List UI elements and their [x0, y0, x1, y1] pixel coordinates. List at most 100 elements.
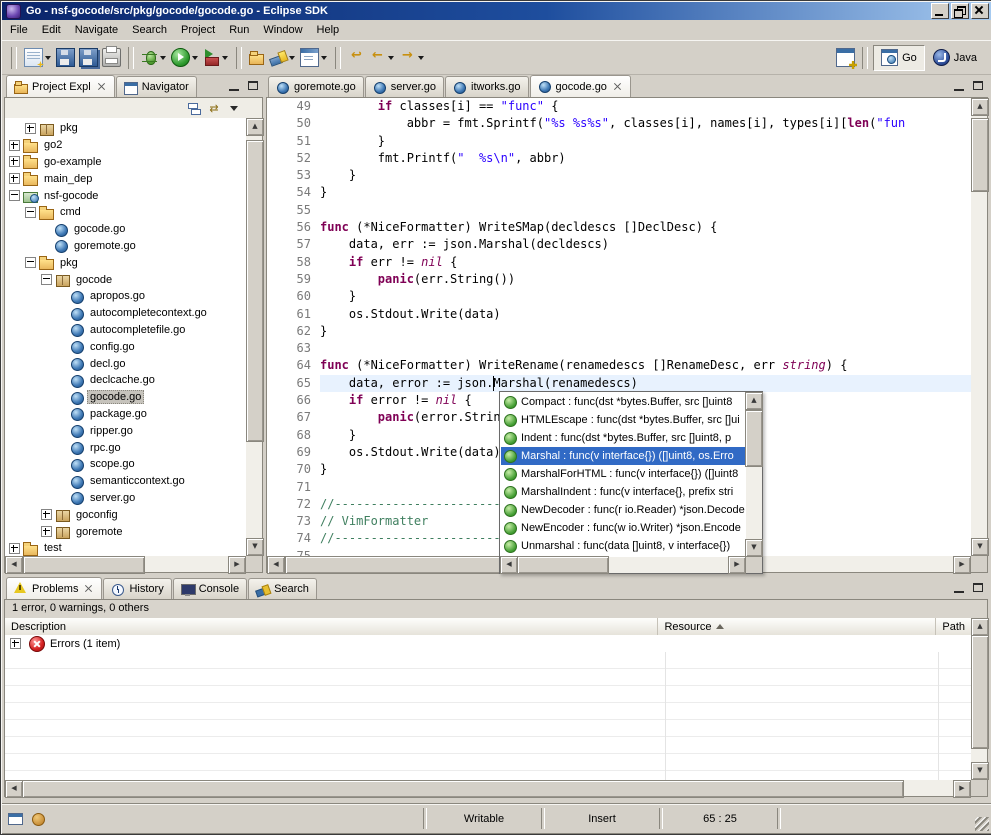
tree-item-cmd[interactable]: cmd: [5, 204, 246, 221]
scroll-left-button[interactable]: [5, 556, 23, 574]
titlebar[interactable]: Go - nsf-gocode/src/pkg/gocode/gocode.go…: [2, 2, 991, 20]
tree-item-go-example[interactable]: go-example: [5, 154, 246, 171]
scroll-down-button[interactable]: [971, 762, 989, 780]
problems-vertical-scrollbar[interactable]: [971, 618, 987, 780]
scroll-left-button[interactable]: [500, 556, 518, 574]
code-line[interactable]: panic(err.String()): [320, 271, 971, 288]
code-line[interactable]: func (*NiceFormatter) WriteSMap(decldesc…: [320, 219, 971, 236]
tree-item-pkg[interactable]: pkg: [5, 120, 246, 137]
new-wizard-button[interactable]: [22, 42, 54, 74]
minimize-view-button[interactable]: [225, 78, 244, 94]
editor-tab-goremote-go[interactable]: goremote.go: [268, 76, 364, 97]
scroll-up-button[interactable]: [971, 618, 989, 636]
expand-icon[interactable]: [9, 543, 20, 554]
tree-item-rpc-go[interactable]: rpc.go: [5, 439, 246, 456]
dropdown-arrow-icon[interactable]: [386, 49, 395, 66]
menu-file[interactable]: File: [3, 21, 35, 39]
dropdown-arrow-icon[interactable]: [220, 49, 229, 66]
code-line[interactable]: }: [320, 167, 971, 184]
perspective-java[interactable]: Java: [925, 45, 985, 71]
code-line[interactable]: if classes[i] == "func" {: [320, 98, 971, 115]
completion-compact[interactable]: Compact : func(dst *bytes.Buffer, src []…: [501, 393, 745, 411]
tree-item-gocode-go[interactable]: gocode.go: [5, 389, 246, 406]
menu-help[interactable]: Help: [310, 21, 347, 39]
tree-item-decl-go[interactable]: decl.go: [5, 355, 246, 372]
tree-item-ripper-go[interactable]: ripper.go: [5, 422, 246, 439]
scroll-up-button[interactable]: [971, 98, 989, 116]
code-line[interactable]: os.Stdout.Write(data): [320, 306, 971, 323]
expand-icon[interactable]: [10, 638, 21, 649]
view-menu-button[interactable]: [224, 100, 244, 117]
tree-item-config-go[interactable]: config.go: [5, 338, 246, 355]
menu-window[interactable]: Window: [256, 21, 309, 39]
close-icon[interactable]: [84, 584, 94, 594]
code-line[interactable]: data, error := json.Marshal(renamedescs): [320, 375, 971, 392]
debug-button[interactable]: [139, 42, 169, 74]
column-divider[interactable]: [665, 635, 666, 780]
scroll-right-button[interactable]: [728, 556, 746, 574]
dropdown-arrow-icon[interactable]: [416, 49, 425, 66]
minimize-button[interactable]: [931, 3, 949, 19]
expand-icon[interactable]: [9, 140, 20, 151]
code-line[interactable]: data, err := json.Marshal(decldescs): [320, 236, 971, 253]
last-edit-button[interactable]: [346, 42, 367, 74]
open-type-button[interactable]: [298, 42, 330, 74]
scroll-left-button[interactable]: [267, 556, 285, 574]
tree-item-semanticcontext-go[interactable]: semanticcontext.go: [5, 473, 246, 490]
dropdown-arrow-icon[interactable]: [319, 49, 328, 66]
explorer-vertical-scrollbar[interactable]: [246, 118, 262, 556]
trim-widget-icon[interactable]: [29, 810, 49, 828]
completion-unmarshal[interactable]: Unmarshal : func(data []uint8, v interfa…: [501, 537, 745, 555]
expand-icon[interactable]: [41, 509, 52, 520]
scroll-right-button[interactable]: [953, 780, 971, 798]
close-icon[interactable]: [97, 82, 107, 92]
tree-item-nsf-gocode[interactable]: nsf-gocode: [5, 187, 246, 204]
column-header-resource[interactable]: Resource: [658, 618, 936, 635]
tree-item-server-go[interactable]: server.go: [5, 490, 246, 507]
collapse-icon[interactable]: [41, 274, 52, 285]
menu-run[interactable]: Run: [222, 21, 256, 39]
column-header-path[interactable]: Path: [936, 618, 971, 635]
tree-item-apropos-go[interactable]: apropos.go: [5, 288, 246, 305]
tree-item-main-dep[interactable]: main_dep: [5, 170, 246, 187]
problems-horizontal-scrollbar[interactable]: [5, 780, 971, 796]
scroll-up-button[interactable]: [246, 118, 264, 136]
scrollbar-thumb[interactable]: [971, 635, 989, 749]
new-go-element-button[interactable]: [247, 42, 268, 74]
window-resize-grip[interactable]: [975, 817, 989, 831]
problems-tab-problems[interactable]: Problems: [6, 577, 102, 599]
column-header-description[interactable]: Description: [5, 618, 658, 635]
tree-item-declcache-go[interactable]: declcache.go: [5, 372, 246, 389]
tree-item-gocode[interactable]: gocode: [5, 271, 246, 288]
tree-item-test[interactable]: test: [5, 540, 246, 556]
tree-item-package-go[interactable]: package.go: [5, 406, 246, 423]
tree-item-pkg[interactable]: pkg: [5, 254, 246, 271]
search-button[interactable]: [268, 42, 298, 74]
popup-vertical-scrollbar[interactable]: [746, 392, 762, 557]
tree-item-autocompletefile-go[interactable]: autocompletefile.go: [5, 322, 246, 339]
problems-tab-console[interactable]: Console: [173, 578, 247, 599]
minimize-view-button[interactable]: [950, 78, 969, 94]
completion-newencoder[interactable]: NewEncoder : func(w io.Writer) *json.Enc…: [501, 519, 745, 537]
problems-tab-search[interactable]: Search: [248, 578, 317, 599]
scrollbar-thumb[interactable]: [745, 410, 763, 467]
print-button[interactable]: [100, 42, 123, 74]
explorer-horizontal-scrollbar[interactable]: [5, 556, 246, 572]
scrollbar-thumb[interactable]: [23, 556, 145, 574]
editor-tab-itworks-go[interactable]: itworks.go: [445, 76, 529, 97]
code-line[interactable]: }: [320, 323, 971, 340]
completion-marshalforhtml[interactable]: MarshalForHTML : func(v interface{}) ([]…: [501, 465, 745, 483]
tree-item-goconfig[interactable]: goconfig: [5, 506, 246, 523]
forward-button[interactable]: [397, 42, 427, 74]
collapse-icon[interactable]: [9, 190, 20, 201]
scrollbar-thumb[interactable]: [246, 140, 264, 442]
code-line[interactable]: abbr = fmt.Sprintf("%s %s%s", classes[i]…: [320, 115, 971, 132]
tree-item-go2[interactable]: go2: [5, 137, 246, 154]
scroll-right-button[interactable]: [228, 556, 246, 574]
scroll-right-button[interactable]: [953, 556, 971, 574]
scroll-down-button[interactable]: [971, 538, 989, 556]
menu-navigate[interactable]: Navigate: [68, 21, 125, 39]
code-line[interactable]: }: [320, 184, 971, 201]
completion-indent[interactable]: Indent : func(dst *bytes.Buffer, src []u…: [501, 429, 745, 447]
editor-tab-server-go[interactable]: server.go: [365, 76, 444, 97]
